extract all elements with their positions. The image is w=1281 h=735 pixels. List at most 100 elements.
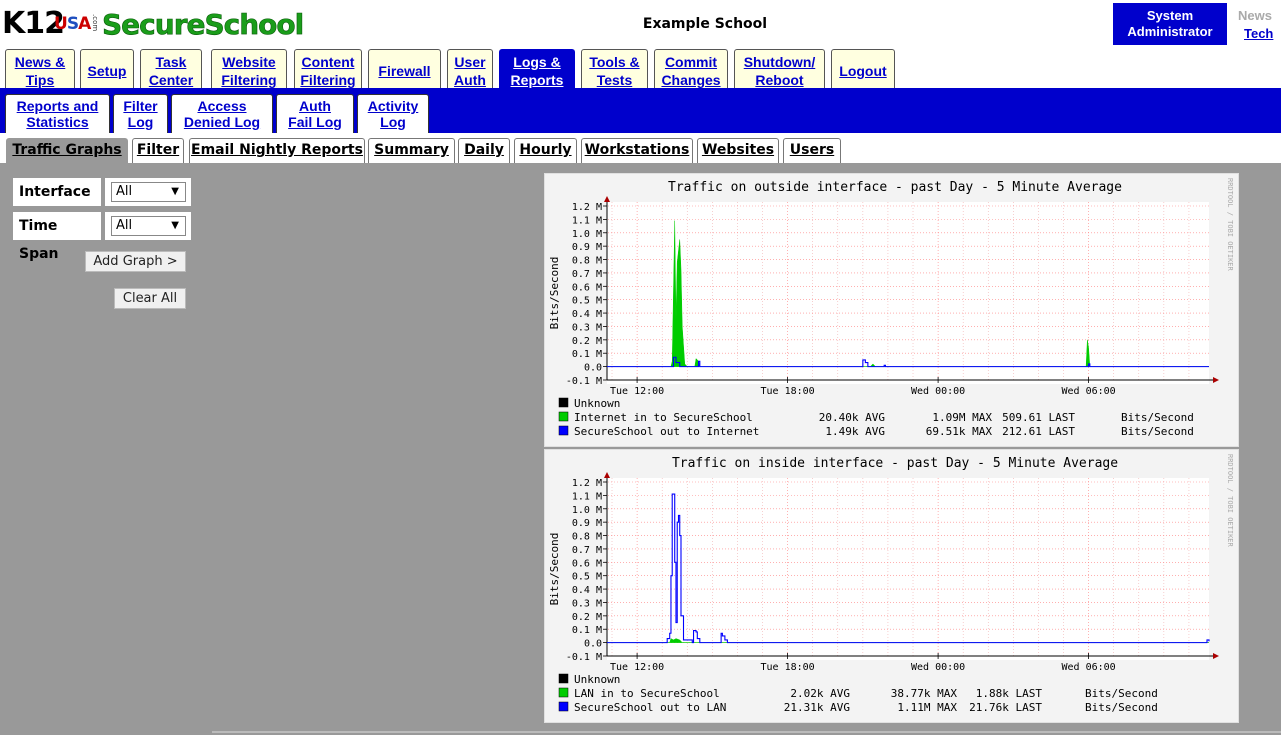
main-tab-label-line2: Filtering (300, 72, 356, 88)
footer-divider (212, 731, 1281, 733)
traffic-graph-svg: Traffic on inside interface - past Day -… (548, 454, 1234, 714)
main-tab-label-line2: Tips (25, 72, 55, 88)
tech-link[interactable]: Tech (1236, 25, 1281, 43)
legend-name: LAN in to SecureSchool (574, 687, 720, 700)
main-tab-label: Task Center (149, 50, 193, 88)
main-tab-shutdown[interactable]: Shutdown/Reboot (734, 49, 825, 88)
main-tab-label-line1: Logs & (513, 54, 561, 70)
sub-tab-label-line: Auth (299, 98, 331, 114)
y-tick-label: 0.4 M (572, 585, 602, 596)
main-tab-website[interactable]: Website Filtering (211, 49, 287, 88)
sub-tab-reports-and[interactable]: Reports and Statistics (5, 94, 110, 133)
report-tab-hourly[interactable]: Hourly (514, 138, 577, 163)
news-link[interactable]: News (1236, 7, 1281, 25)
report-tab-websites[interactable]: Websites (697, 138, 779, 163)
main-tab-user[interactable]: User Auth (447, 49, 493, 88)
main-tab-label: Firewall (378, 59, 430, 79)
sub-tab-auth[interactable]: Auth Fail Log (276, 94, 354, 133)
main-tab-content[interactable]: Content Filtering (294, 49, 362, 88)
y-tick-label: 1.0 M (572, 505, 602, 516)
sub-tab-access[interactable]: Access Denied Log (171, 94, 273, 133)
y-tick-label: 1.1 M (572, 491, 602, 502)
role-line-2: Administrator (1127, 24, 1213, 39)
report-tab-summary[interactable]: Summary (368, 138, 455, 163)
interface-select[interactable]: All ▼ (111, 182, 186, 202)
k12usa-logo[interactable]: K12 USA .com SecureSchool (2, 6, 305, 46)
main-tab-label: News & Tips (15, 50, 66, 88)
sub-tab-activity[interactable]: Activity Log (357, 94, 429, 133)
sub-tab-label-line: Reports and (16, 98, 99, 114)
timespan-select[interactable]: All ▼ (111, 216, 186, 236)
x-tick-label: Tue 18:00 (761, 662, 815, 673)
legend-unit: Bits/Second (1121, 411, 1194, 424)
main-tab-tools[interactable]: Tools & Tests (581, 49, 648, 88)
report-tab-users[interactable]: Users (783, 138, 841, 163)
y-tick-label: -0.1 M (566, 652, 602, 663)
dropdown-arrow-icon: ▼ (171, 186, 179, 197)
main-tab-task[interactable]: Task Center (140, 49, 202, 88)
y-tick-label: 1.2 M (572, 202, 602, 213)
y-tick-label: 0.2 M (572, 336, 602, 347)
y-tick-label: 0.1 M (572, 349, 602, 360)
sub-tab-label-line: Access (197, 98, 247, 114)
y-tick-label: 0.1 M (572, 625, 602, 636)
graph-title: Traffic on outside interface - past Day … (668, 180, 1122, 195)
y-axis-arrow-icon (604, 196, 610, 202)
school-name: Example School (642, 16, 768, 32)
legend-last: 21.76k LAST (969, 701, 1042, 714)
legend-last: 1.88k LAST (976, 687, 1043, 700)
x-axis-arrow-icon (1213, 653, 1219, 659)
main-tab-logout[interactable]: Logout (831, 49, 895, 88)
y-axis-label: Bits/Second (548, 257, 561, 330)
y-tick-label: 1.0 M (572, 229, 602, 240)
y-tick-label: 0.8 M (572, 532, 602, 543)
add-graph-button[interactable]: Add Graph > (85, 251, 186, 272)
y-tick-label: 0.0 (584, 639, 602, 650)
main-tab-label-line2: Auth (454, 72, 486, 88)
x-tick-label: Tue 18:00 (761, 386, 815, 397)
main-tab-label-line1: Website (222, 54, 276, 70)
legend-name: SecureSchool out to LAN (574, 701, 726, 714)
graph-title: Traffic on inside interface - past Day -… (672, 456, 1118, 471)
main-tab-label-line2: Filtering (221, 72, 277, 88)
main-tab-label-line2: Reboot (755, 72, 804, 88)
main-tab-setup[interactable]: Setup (80, 49, 134, 88)
sub-tab-label-line: Denied Log (183, 114, 261, 130)
timespan-value: All (116, 218, 133, 233)
y-tick-label: 0.3 M (572, 598, 602, 609)
main-tab-news[interactable]: News & Tips (5, 49, 75, 88)
y-tick-label: 0.0 (584, 363, 602, 374)
report-tab-workstations[interactable]: Workstations (581, 138, 693, 163)
legend-max: 38.77k MAX (891, 687, 958, 700)
main-tab-label: Logout (839, 59, 886, 79)
main-tab-label-line2: Center (148, 72, 194, 88)
main-tab-firewall[interactable]: Firewall (368, 49, 441, 88)
legend-swatch (558, 411, 569, 422)
legend-name: SecureSchool out to Internet (574, 425, 759, 438)
main-tab-label: Tools & Tests (589, 50, 639, 88)
report-tab-daily[interactable]: Daily (458, 138, 510, 163)
timespan-label: Time Span (13, 212, 101, 262)
header: K12 USA .com SecureSchool Example School… (0, 0, 1281, 88)
report-tab-filter[interactable]: Filter (132, 138, 184, 163)
main-tab-label: Logs & Reports (511, 50, 564, 88)
report-tab-email-nightly-reports[interactable]: Email Nightly Reports (189, 138, 365, 163)
main-tab-logs[interactable]: Logs & Reports (499, 49, 575, 88)
y-tick-label: 0.4 M (572, 309, 602, 320)
legend-name: Unknown (574, 673, 620, 686)
x-axis-arrow-icon (1213, 377, 1219, 383)
report-tab-traffic-graphs[interactable]: Traffic Graphs (6, 138, 128, 163)
role-badge: System Administrator (1113, 3, 1227, 45)
main-tab-label: Content Filtering (300, 50, 355, 88)
y-tick-label: 0.6 M (572, 558, 602, 569)
legend-swatch (558, 687, 569, 698)
clear-all-button[interactable]: Clear All (114, 288, 186, 309)
legend-unit: Bits/Second (1085, 701, 1158, 714)
main-tab-commit[interactable]: Commit Changes (654, 49, 728, 88)
y-tick-label: 0.6 M (572, 282, 602, 293)
report-tabs: Traffic Graphs Filter Email Nightly Report… (0, 133, 1281, 163)
y-tick-label: 0.9 M (572, 518, 602, 529)
sub-tab-label-line: Log (380, 114, 406, 130)
sub-tab-filter[interactable]: Filter Log (113, 94, 168, 133)
y-tick-label: 0.7 M (572, 545, 602, 556)
